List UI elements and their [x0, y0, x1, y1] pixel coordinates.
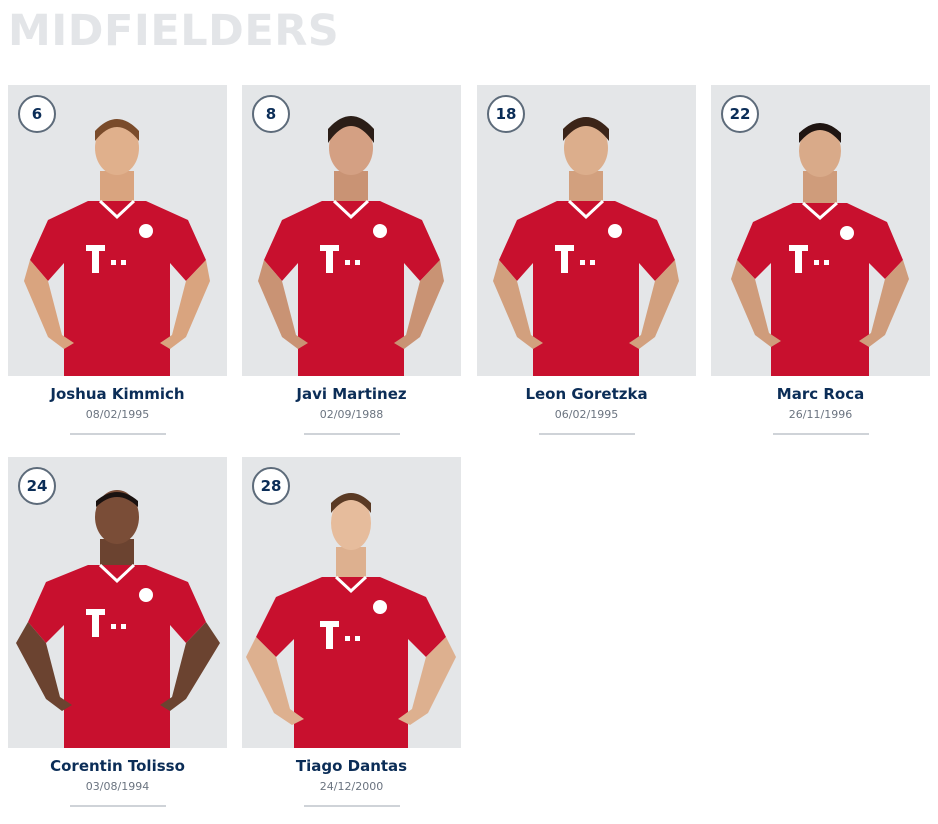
- player-name[interactable]: Joshua Kimmich: [8, 385, 227, 403]
- jersey-number-badge: 22: [721, 95, 759, 133]
- player-photo[interactable]: 6: [8, 85, 227, 376]
- card-divider: [772, 433, 869, 435]
- player-birthdate: 03/08/1994: [85, 780, 150, 793]
- squad-page: MIDFIELDERS 6 Joshua Kimmich 08/02/1995: [0, 0, 938, 824]
- player-card[interactable]: 8 Javi Martinez 02/09/1988: [242, 85, 461, 435]
- player-birthdate: 24/12/2000: [319, 780, 384, 793]
- jersey-number-badge: 24: [18, 467, 56, 505]
- section-title: MIDFIELDERS: [8, 6, 340, 56]
- player-card[interactable]: 22 Marc Roca 26/11/1996: [711, 85, 930, 435]
- card-divider: [303, 433, 400, 435]
- player-card[interactable]: 6 Joshua Kimmich 08/02/1995: [8, 85, 227, 435]
- player-card[interactable]: 18 Leon Goretzka 06/02/1995: [477, 85, 696, 435]
- jersey-number-badge: 6: [18, 95, 56, 133]
- player-birthdate: 26/11/1996: [788, 408, 853, 421]
- player-name[interactable]: Javi Martinez: [242, 385, 461, 403]
- player-photo[interactable]: 18: [477, 85, 696, 376]
- player-photo[interactable]: 8: [242, 85, 461, 376]
- card-divider: [69, 433, 166, 435]
- jersey-number-badge: 18: [487, 95, 525, 133]
- player-name[interactable]: Marc Roca: [711, 385, 930, 403]
- player-card[interactable]: 28 Tiago Dantas 24/12/2000: [242, 457, 461, 807]
- jersey-number-badge: 8: [252, 95, 290, 133]
- jersey-number-badge: 28: [252, 467, 290, 505]
- card-divider: [538, 433, 635, 435]
- player-photo[interactable]: 22: [711, 85, 930, 376]
- player-name[interactable]: Corentin Tolisso: [8, 757, 227, 775]
- player-name[interactable]: Tiago Dantas: [242, 757, 461, 775]
- player-photo[interactable]: 24: [8, 457, 227, 748]
- player-birthdate: 06/02/1995: [554, 408, 619, 421]
- player-birthdate: 08/02/1995: [85, 408, 150, 421]
- player-birthdate: 02/09/1988: [319, 408, 384, 421]
- card-divider: [303, 805, 400, 807]
- player-card[interactable]: 24 Corentin Tolisso 03/08/1994: [8, 457, 227, 807]
- player-photo[interactable]: 28: [242, 457, 461, 748]
- card-divider: [69, 805, 166, 807]
- player-name[interactable]: Leon Goretzka: [477, 385, 696, 403]
